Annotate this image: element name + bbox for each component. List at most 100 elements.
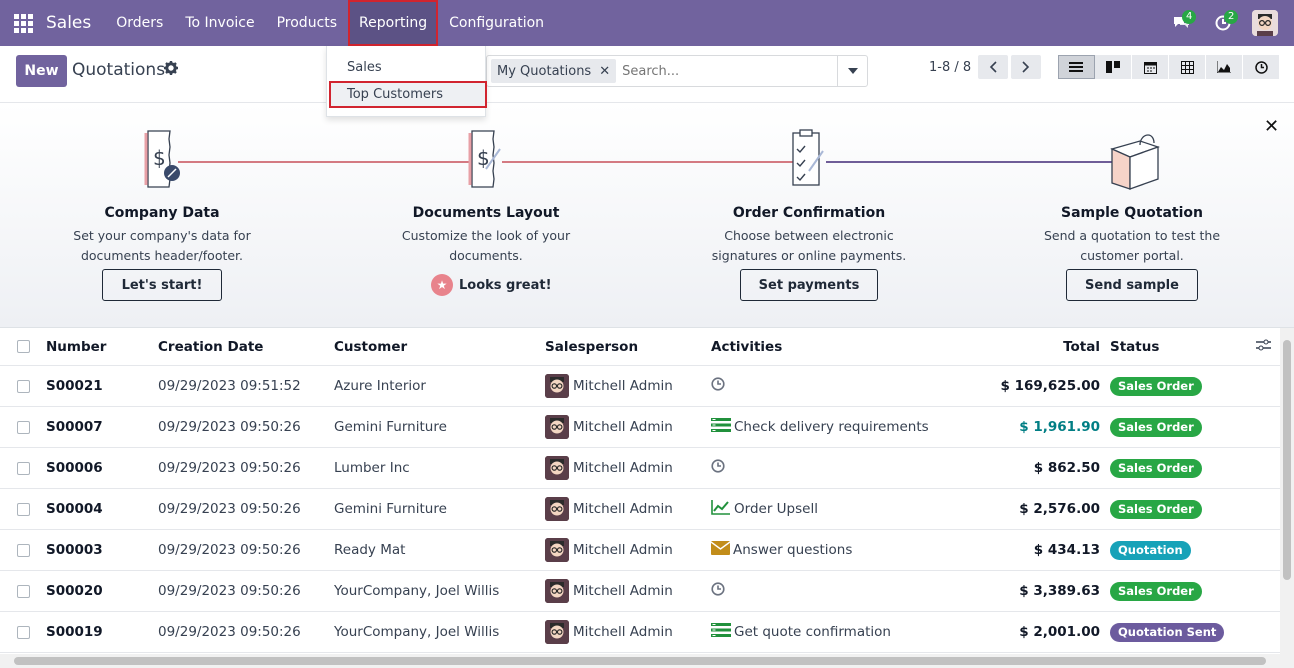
clock-icon[interactable] <box>711 377 725 395</box>
horizontal-scrollbar[interactable] <box>0 654 1294 668</box>
graph-view-button[interactable] <box>1206 55 1243 79</box>
pager-previous-button[interactable] <box>978 55 1008 79</box>
order-total: $ 2,001.00 <box>1019 624 1100 640</box>
column-header-number[interactable]: Number <box>46 339 106 355</box>
activity[interactable] <box>711 377 728 395</box>
step-title: Documents Layout <box>412 205 560 221</box>
table-row[interactable]: S00006 09/29/2023 09:50:26 Lumber Inc Mitch… <box>0 448 1280 489</box>
close-icon[interactable]: ✕ <box>1264 116 1279 137</box>
table-row[interactable]: S00004 09/29/2023 09:50:26 Gemini Furnitur… <box>0 489 1280 530</box>
activities-button[interactable]: 2 <box>1202 0 1244 46</box>
status-label: Sales Order <box>1110 376 1202 396</box>
close-icon[interactable]: ✕ <box>599 64 610 79</box>
todo-icon[interactable] <box>711 417 731 437</box>
table-row[interactable]: S00007 09/29/2023 09:50:26 Gemini Furnitur… <box>0 407 1280 448</box>
activity-summary: Get quote confirmation <box>734 624 891 640</box>
salesperson[interactable]: Mitchell Admin <box>545 497 673 521</box>
salesperson[interactable]: Mitchell Admin <box>545 374 673 398</box>
svg-text:$: $ <box>153 146 166 170</box>
onboarding-step-documents-layout: $ Documents Layout Customize the look of… <box>356 103 616 266</box>
activity[interactable] <box>711 582 728 600</box>
list-view-button[interactable] <box>1058 55 1095 79</box>
clock-icon[interactable] <box>711 459 725 477</box>
send-sample-button[interactable]: Send sample <box>1066 269 1198 301</box>
messages-badge: 4 <box>1182 10 1197 24</box>
clock-icon[interactable] <box>711 582 725 600</box>
row-checkbox[interactable] <box>17 584 30 598</box>
checklist-illustration-icon <box>779 127 839 193</box>
step-description: Set your company's data for documents he… <box>73 228 251 263</box>
envelope-icon[interactable] <box>710 541 731 559</box>
new-button[interactable]: New <box>16 55 67 87</box>
user-avatar[interactable] <box>1252 10 1278 36</box>
row-checkbox[interactable] <box>17 461 30 475</box>
optional-columns-icon[interactable] <box>1256 339 1271 355</box>
activity-view-button[interactable] <box>1243 55 1280 79</box>
search-input[interactable] <box>622 63 843 79</box>
calendar-view-button[interactable] <box>1132 55 1169 79</box>
column-header-total[interactable]: Total <box>1000 339 1100 355</box>
order-total: $ 3,389.63 <box>1019 583 1100 599</box>
column-header-salesperson[interactable]: Salesperson <box>545 339 638 355</box>
column-header-customer[interactable]: Customer <box>334 339 407 355</box>
lets-start-button[interactable]: Let's start! <box>102 269 222 301</box>
column-header-creation-date[interactable]: Creation Date <box>158 339 263 355</box>
customer-name: Lumber Inc <box>334 460 410 476</box>
dropdown-item-top-customers[interactable]: Top Customers <box>329 81 487 108</box>
menu-configuration[interactable]: Configuration <box>438 0 555 46</box>
apps-menu-icon[interactable] <box>0 0 46 46</box>
search-options-button[interactable] <box>837 56 867 86</box>
column-header-activities[interactable]: Activities <box>711 339 782 355</box>
select-all-checkbox[interactable] <box>17 340 30 353</box>
salesperson[interactable]: Mitchell Admin <box>545 415 673 439</box>
salesperson[interactable]: Mitchell Admin <box>545 456 673 480</box>
chart-line-icon[interactable] <box>711 499 731 519</box>
table-row[interactable]: S00020 09/29/2023 09:50:26 YourCompany, Jo… <box>0 571 1280 612</box>
row-checkbox[interactable] <box>17 625 30 639</box>
activity[interactable]: Get quote confirmation <box>711 622 891 642</box>
salesperson[interactable]: Mitchell Admin <box>545 620 673 644</box>
menu-orders[interactable]: Orders <box>105 0 174 46</box>
order-total: $ 434.13 <box>1033 542 1100 558</box>
column-header-status[interactable]: Status <box>1110 339 1159 355</box>
activity[interactable] <box>711 459 728 477</box>
step-title: Sample Quotation <box>1060 205 1203 221</box>
table-row[interactable]: S00003 09/29/2023 09:50:26 Ready Mat Mitche… <box>0 530 1280 571</box>
activity[interactable]: Check delivery requirements <box>711 417 929 437</box>
row-checkbox[interactable] <box>17 379 30 393</box>
row-checkbox[interactable] <box>17 502 30 516</box>
pager-next-button[interactable] <box>1011 55 1041 79</box>
messages-button[interactable]: 4 <box>1160 0 1202 46</box>
kanban-view-button[interactable] <box>1095 55 1132 79</box>
reporting-dropdown: Sales Top Customers <box>326 46 487 117</box>
dropdown-item-sales[interactable]: Sales <box>327 54 487 81</box>
status-badge: Sales Order <box>1110 458 1202 478</box>
order-total: $ 2,576.00 <box>1019 501 1100 517</box>
gear-icon[interactable] <box>164 61 178 79</box>
customer-name: Azure Interior <box>334 378 426 394</box>
row-checkbox[interactable] <box>17 420 30 434</box>
salesperson[interactable]: Mitchell Admin <box>545 538 673 562</box>
vertical-scrollbar[interactable] <box>1280 328 1294 654</box>
row-checkbox[interactable] <box>17 543 30 557</box>
table-row[interactable]: S00021 09/29/2023 09:51:52 Azure Interior M… <box>0 366 1280 407</box>
activity[interactable]: Order Upsell <box>711 499 818 519</box>
table-row[interactable]: S00019 09/29/2023 09:50:26 YourCompany, Jo… <box>0 612 1280 653</box>
salesperson[interactable]: Mitchell Admin <box>545 579 673 603</box>
pivot-view-button[interactable] <box>1169 55 1206 79</box>
menu-reporting[interactable]: Reporting <box>348 0 439 46</box>
creation-date: 09/29/2023 09:50:26 <box>158 583 301 599</box>
area-chart-icon <box>1217 61 1231 73</box>
salesperson-name: Mitchell Admin <box>573 378 673 394</box>
creation-date: 09/29/2023 09:50:26 <box>158 542 301 558</box>
activity-summary: Order Upsell <box>734 501 818 517</box>
salesperson-name: Mitchell Admin <box>573 460 673 476</box>
menu-to-invoice[interactable]: To Invoice <box>174 0 265 46</box>
app-brand[interactable]: Sales <box>46 13 91 33</box>
activity[interactable]: Answer questions <box>710 541 852 559</box>
status-badge: Quotation <box>1110 540 1191 560</box>
pager-value[interactable]: 1-8 / 8 <box>929 60 971 75</box>
menu-products[interactable]: Products <box>266 0 348 46</box>
set-payments-button[interactable]: Set payments <box>740 269 878 301</box>
todo-icon[interactable] <box>711 622 731 642</box>
